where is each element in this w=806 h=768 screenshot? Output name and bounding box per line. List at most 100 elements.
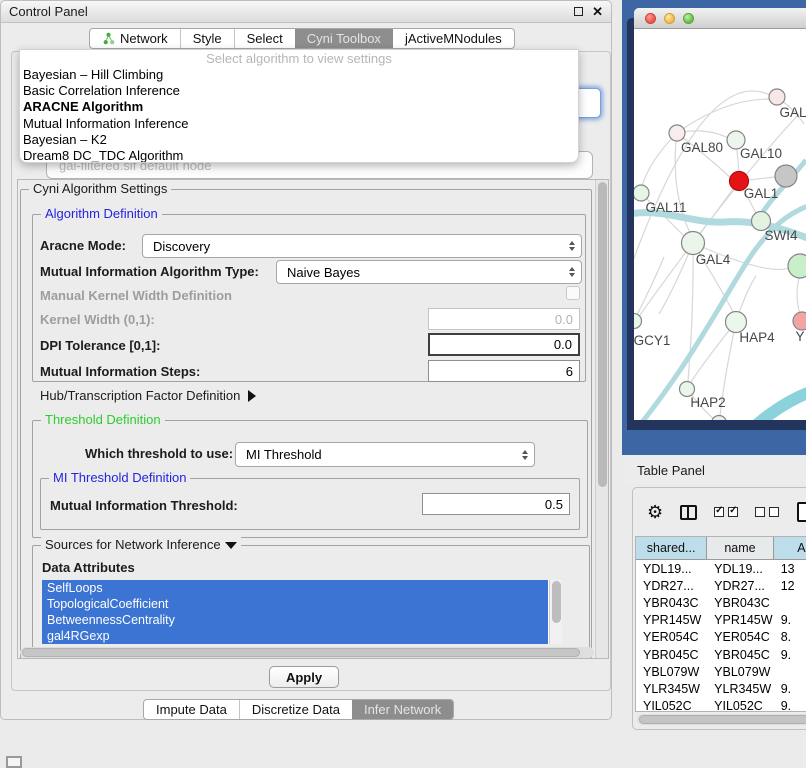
mi-type-label: Mutual Information Algorithm Type: [40, 264, 259, 279]
network-edge-highlighted[interactable] [739, 392, 806, 420]
algorithm-option[interactable]: Bayesian – Hill Climbing [20, 67, 578, 83]
tab-style[interactable]: Style [180, 29, 234, 48]
network-node-gal11[interactable] [634, 185, 649, 201]
table-panel-title: Table Panel [637, 463, 705, 478]
network-node-label: GAL1 [744, 186, 779, 201]
attribute-list-item[interactable]: BetweennessCentrality [42, 612, 548, 628]
sources-title[interactable]: Sources for Network Inference [41, 537, 241, 552]
table-cell: 12 [774, 577, 806, 594]
hub-definition-toggle[interactable]: Hub/Transcription Factor Definition [40, 388, 256, 403]
restore-panel-icon[interactable] [6, 756, 22, 768]
table-cell: YPR145W [636, 612, 707, 629]
algorithm-dropdown-popup: Select algorithm to view settings Bayesi… [19, 49, 579, 163]
gear-icon[interactable]: ⚙ [647, 503, 663, 521]
float-panel-icon[interactable] [574, 7, 583, 16]
table-row[interactable]: YBR045CYBR045C9. [636, 646, 806, 663]
tab-cyni-toolbox[interactable]: Cyni Toolbox [295, 29, 393, 48]
mi-type-combobox[interactable]: Naive Bayes [276, 260, 582, 284]
table-row[interactable]: YER054CYER054C8. [636, 629, 806, 646]
minimize-window-icon[interactable] [664, 13, 675, 24]
table-cell: YPR145W [707, 612, 774, 629]
kernel-width-field[interactable]: 0.0 [428, 308, 580, 330]
algorithm-option[interactable]: Bayesian – K2 [20, 132, 578, 148]
which-threshold-combobox[interactable]: MI Threshold [235, 442, 535, 467]
export-table-icon[interactable] [797, 502, 806, 522]
network-node-y[interactable] [793, 312, 806, 330]
table-row[interactable]: YBR043CYBR043C [636, 594, 806, 611]
tab-network[interactable]: Network [90, 29, 180, 48]
which-threshold-label: Which threshold to use: [85, 446, 233, 461]
manual-kernel-checkbox[interactable] [566, 286, 580, 300]
table-cell [774, 594, 806, 611]
attribute-list-item[interactable]: SelfLoops [42, 580, 548, 596]
table-cell: YBR043C [707, 594, 774, 611]
dpi-tolerance-field[interactable]: 0.0 [428, 333, 580, 356]
close-panel-icon[interactable]: ✕ [592, 5, 603, 18]
columns-icon[interactable] [680, 505, 697, 520]
settings-horizontal-scrollbar[interactable] [20, 647, 594, 658]
network-node[interactable] [712, 416, 727, 421]
network-edge[interactable] [642, 133, 677, 186]
apply-button[interactable]: Apply [269, 666, 339, 688]
zoom-window-icon[interactable] [683, 13, 694, 24]
table-cell: 8. [774, 629, 806, 646]
mi-threshold-field[interactable]: 0.5 [422, 493, 570, 515]
table-cell [774, 663, 806, 680]
table-row[interactable]: YLR345WYLR345W9. [636, 680, 806, 697]
network-edge[interactable] [677, 99, 770, 133]
algorithm-option[interactable]: Dream8 DC_TDC Algorithm [20, 148, 578, 163]
mi-steps-field[interactable]: 6 [428, 360, 580, 382]
settings-vertical-scrollbar[interactable] [595, 180, 608, 658]
kernel-width-label: Kernel Width (0,1): [40, 312, 155, 327]
network-canvas[interactable]: GALGAL80GAL10GAL1GAL11SWI4GAL4GCY1HAP4YH… [634, 29, 806, 420]
network-node-label: GAL [779, 105, 806, 120]
network-window-titlebar [634, 8, 806, 29]
tab-jactivemnodules[interactable]: jActiveMNodules [393, 29, 514, 48]
algorithm-option[interactable]: Mutual Information Inference [20, 116, 578, 132]
attribute-list-item[interactable]: gal4RGexp [42, 628, 548, 644]
tab-impute-data[interactable]: Impute Data [144, 700, 239, 719]
table-row[interactable]: YDL19...YDL19...13 [636, 560, 806, 577]
network-node[interactable] [775, 165, 797, 187]
close-window-icon[interactable] [645, 13, 656, 24]
select-all-columns-icon[interactable] [714, 507, 738, 517]
network-edge[interactable] [634, 257, 664, 321]
deselect-all-columns-icon[interactable] [755, 507, 779, 517]
tab-infer-network[interactable]: Infer Network [352, 700, 453, 719]
control-panel-title: Control Panel [9, 4, 88, 19]
table-column-header[interactable]: A [774, 537, 806, 559]
table-row[interactable]: YIL052CYIL052C9. [636, 698, 806, 711]
algorithm-option[interactable]: ARACNE Algorithm [20, 99, 578, 115]
tab-discretize-data[interactable]: Discretize Data [239, 700, 352, 719]
attribute-list-item[interactable]: TopologicalCoefficient [42, 596, 548, 612]
tab-select[interactable]: Select [234, 29, 295, 48]
table-horizontal-scrollbar[interactable] [637, 714, 806, 725]
data-attributes-list[interactable]: SelfLoopsTopologicalCoefficientBetweenne… [42, 580, 562, 644]
list-scrollbar[interactable] [549, 580, 562, 644]
algorithm-option[interactable]: Basic Correlation Inference [20, 83, 578, 99]
table-cell: 9. [774, 680, 806, 697]
network-edge[interactable] [691, 322, 736, 382]
network-node-gcy1[interactable] [634, 314, 642, 329]
aracne-mode-combobox[interactable]: Discovery [142, 234, 582, 258]
table-column-header[interactable]: name [707, 537, 774, 559]
combo-stepper-icon [569, 267, 575, 277]
mi-threshold-label: Mutual Information Threshold: [50, 498, 238, 513]
table-cell: YDL19... [707, 560, 774, 577]
mi-threshold-value: 0.5 [545, 497, 563, 512]
table-cell: YDR27... [636, 577, 707, 594]
network-node-label: GCY1 [634, 333, 670, 348]
network-node[interactable] [788, 254, 806, 278]
network-node-gal[interactable] [769, 89, 785, 105]
settings-scroll-area: Cyni Algorithm Settings Algorithm Defini… [17, 179, 609, 659]
network-node-gal80[interactable] [669, 125, 685, 141]
algorithm-dropdown-placeholder: Select algorithm to view settings [20, 50, 578, 67]
control-panel: Control Panel ✕ NetworkStyleSelectCyni T… [0, 0, 612, 720]
table-row[interactable]: YBL079WYBL079W [636, 663, 806, 680]
table-cell: YBR045C [636, 646, 707, 663]
table-row[interactable]: YPR145WYPR145W9. [636, 612, 806, 629]
table-row[interactable]: YDR27...YDR27...12 [636, 577, 806, 594]
table-cell: 13 [774, 560, 806, 577]
table-column-header[interactable]: shared... [636, 537, 707, 559]
mi-threshold-definition-title: MI Threshold Definition [49, 470, 190, 485]
